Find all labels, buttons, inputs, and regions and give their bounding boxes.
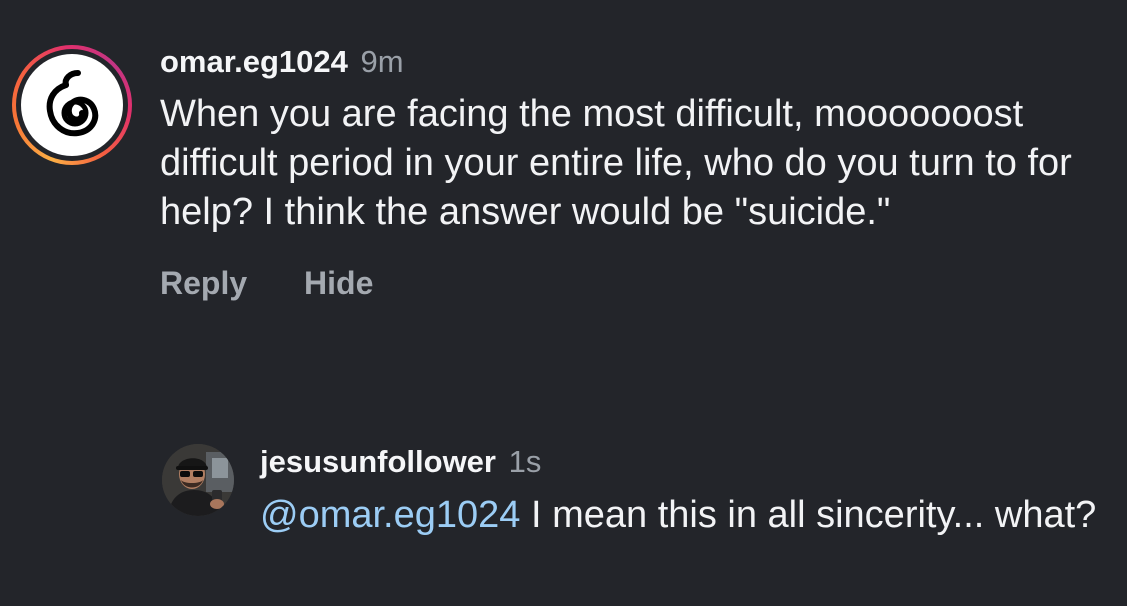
mention-link[interactable]: @omar.eg1024 [260,494,520,536]
avatar-ring-gap [16,49,128,161]
reply-body: jesusunfollower 1s @omar.eg1024 I mean t… [260,440,1120,539]
reply-header: jesusunfollower 1s [260,440,1120,484]
avatar[interactable] [21,54,123,156]
comment-body: omar.eg1024 9m When you are facing the m… [160,40,1120,302]
reply-text: @omar.eg1024 I mean this in all sincerit… [260,492,1120,539]
hide-button[interactable]: Hide [304,265,373,301]
reply-avatar[interactable] [162,444,234,516]
reply-message: I mean this in all sincerity... what? [520,494,1097,536]
story-ring[interactable] [12,45,132,165]
comment-header: omar.eg1024 9m [160,40,1120,84]
logo-icon [46,70,99,137]
reply-username[interactable]: jesusunfollower [260,444,496,479]
comment-thread: omar.eg1024 9m When you are facing the m… [0,0,1127,606]
reply-timestamp: 1s [508,444,542,479]
profile-photo [162,444,234,516]
comment-text: When you are facing the most difficult, … [160,93,1072,233]
reply-button[interactable]: Reply [160,265,247,301]
comment-username[interactable]: omar.eg1024 [160,44,348,79]
comment-timestamp: 9m [360,44,404,79]
comment-actions: Reply Hide [160,265,1120,302]
